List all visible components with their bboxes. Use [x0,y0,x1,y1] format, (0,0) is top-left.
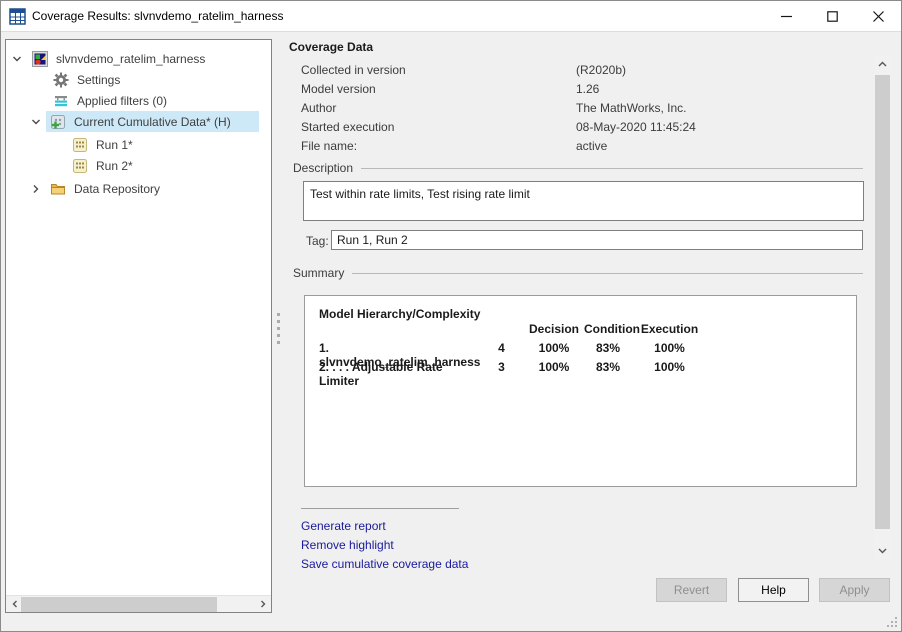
tree-item-label: Current Cumulative Data* (H) [74,115,231,129]
gear-icon [53,72,69,88]
field-row: Started execution 08-May-2020 11:45:24 [301,120,861,136]
chevron-down-icon[interactable] [10,52,24,66]
row-condition: 83% [584,360,632,388]
field-label: Model version [301,82,376,96]
table-row: 2. . . . Adjustable Rate Limiter 3 100% … [305,360,856,388]
description-input[interactable] [303,181,864,221]
summary-label: Summary [293,266,344,280]
tree-item-label: Data Repository [74,182,160,196]
tree-item-label: slvnvdemo_ratelim_harness [56,52,205,66]
tree-item-model-root[interactable]: slvnvdemo_ratelim_harness [6,48,271,69]
save-cumulative-coverage-data-link[interactable]: Save cumulative coverage data [301,557,468,571]
help-button[interactable]: Help [738,578,809,602]
summary-report-box: Model Hierarchy/Complexity Decision Cond… [304,295,857,487]
details-vertical-scrollbar[interactable] [874,56,891,559]
field-row: Author The MathWorks, Inc. [301,101,861,117]
minimize-icon [781,11,792,22]
coverage-results-window: Coverage Results: slvnvdemo_ratelim_harn… [0,0,902,632]
divider-line [352,273,863,274]
column-header: Condition [584,322,632,336]
field-label: Started execution [301,120,394,134]
chevron-down-icon[interactable] [29,115,43,129]
coverage-data-header: Coverage Data [289,40,373,54]
tag-label: Tag: [306,234,329,248]
tree-item-current-cumulative-data[interactable]: Current Cumulative Data* (H) [6,111,271,132]
tree-item-label: Run 2* [96,159,133,173]
coverage-table-icon [9,8,26,25]
cumulative-data-icon [50,114,66,130]
run-icon [72,137,88,153]
field-row: Model version 1.26 [301,82,861,98]
scroll-up-icon[interactable] [874,56,891,73]
maximize-button[interactable] [809,1,855,32]
apply-button[interactable]: Apply [819,578,890,602]
scrollbar-thumb[interactable] [875,75,890,529]
column-header: Execution [632,322,707,336]
tree-item-run-1[interactable]: Run 1* [6,134,271,155]
scroll-right-icon[interactable] [254,596,271,613]
field-value: (R2020b) [576,63,626,77]
maximize-icon [827,11,838,22]
run-icon [72,158,88,174]
description-label: Description [293,161,353,175]
generate-report-link[interactable]: Generate report [301,519,386,533]
remove-highlight-link[interactable]: Remove highlight [301,538,394,552]
row-execution: 100% [632,360,707,388]
tree-item-label: Settings [77,73,120,87]
summary-group-label: Summary [293,266,863,280]
resize-grip-icon[interactable] [885,615,897,627]
description-group-label: Description [293,161,863,175]
title-bar: Coverage Results: slvnvdemo_ratelim_harn… [1,1,901,32]
field-value: The MathWorks, Inc. [576,101,686,115]
scrollbar-thumb[interactable] [21,597,217,612]
chevron-right-icon[interactable] [29,182,43,196]
revert-button[interactable]: Revert [656,578,727,602]
tree-horizontal-scrollbar[interactable] [6,595,271,612]
field-value: 08-May-2020 11:45:24 [576,120,696,134]
column-header: Decision [524,322,584,336]
tag-input[interactable] [331,230,863,250]
row-decision: 100% [524,360,584,388]
close-button[interactable] [855,1,901,32]
tree-item-label: Applied filters (0) [77,94,167,108]
field-label: File name: [301,139,357,153]
folder-icon [50,181,66,197]
field-row: Collected in version (R2020b) [301,63,861,79]
field-row: File name: active [301,139,861,155]
row-complexity: 3 [479,360,524,388]
field-label: Author [301,101,336,115]
field-value: 1.26 [576,82,599,96]
report-table-header: Decision Condition Execution [305,322,856,336]
window-title: Coverage Results: slvnvdemo_ratelim_harn… [32,9,283,23]
close-icon [873,11,884,22]
report-table-title: Model Hierarchy/Complexity [319,307,480,321]
filter-icon [53,93,69,109]
field-label: Collected in version [301,63,406,77]
panel-splitter[interactable] [277,313,281,348]
scroll-down-icon[interactable] [874,542,891,559]
field-value: active [576,139,607,153]
model-icon [32,51,48,67]
row-name: 2. . . . Adjustable Rate Limiter [319,360,479,388]
tree-item-settings[interactable]: Settings [6,69,271,90]
tree-item-run-2[interactable]: Run 2* [6,155,271,176]
results-tree-panel: slvnvdemo_ratelim_harness Settings [5,39,272,613]
divider-line [361,168,863,169]
minimize-button[interactable] [763,1,809,32]
tree-item-applied-filters[interactable]: Applied filters (0) [6,90,271,111]
tree-item-label: Run 1* [96,138,133,152]
tree-item-data-repository[interactable]: Data Repository [6,178,271,199]
links-divider [301,508,459,509]
